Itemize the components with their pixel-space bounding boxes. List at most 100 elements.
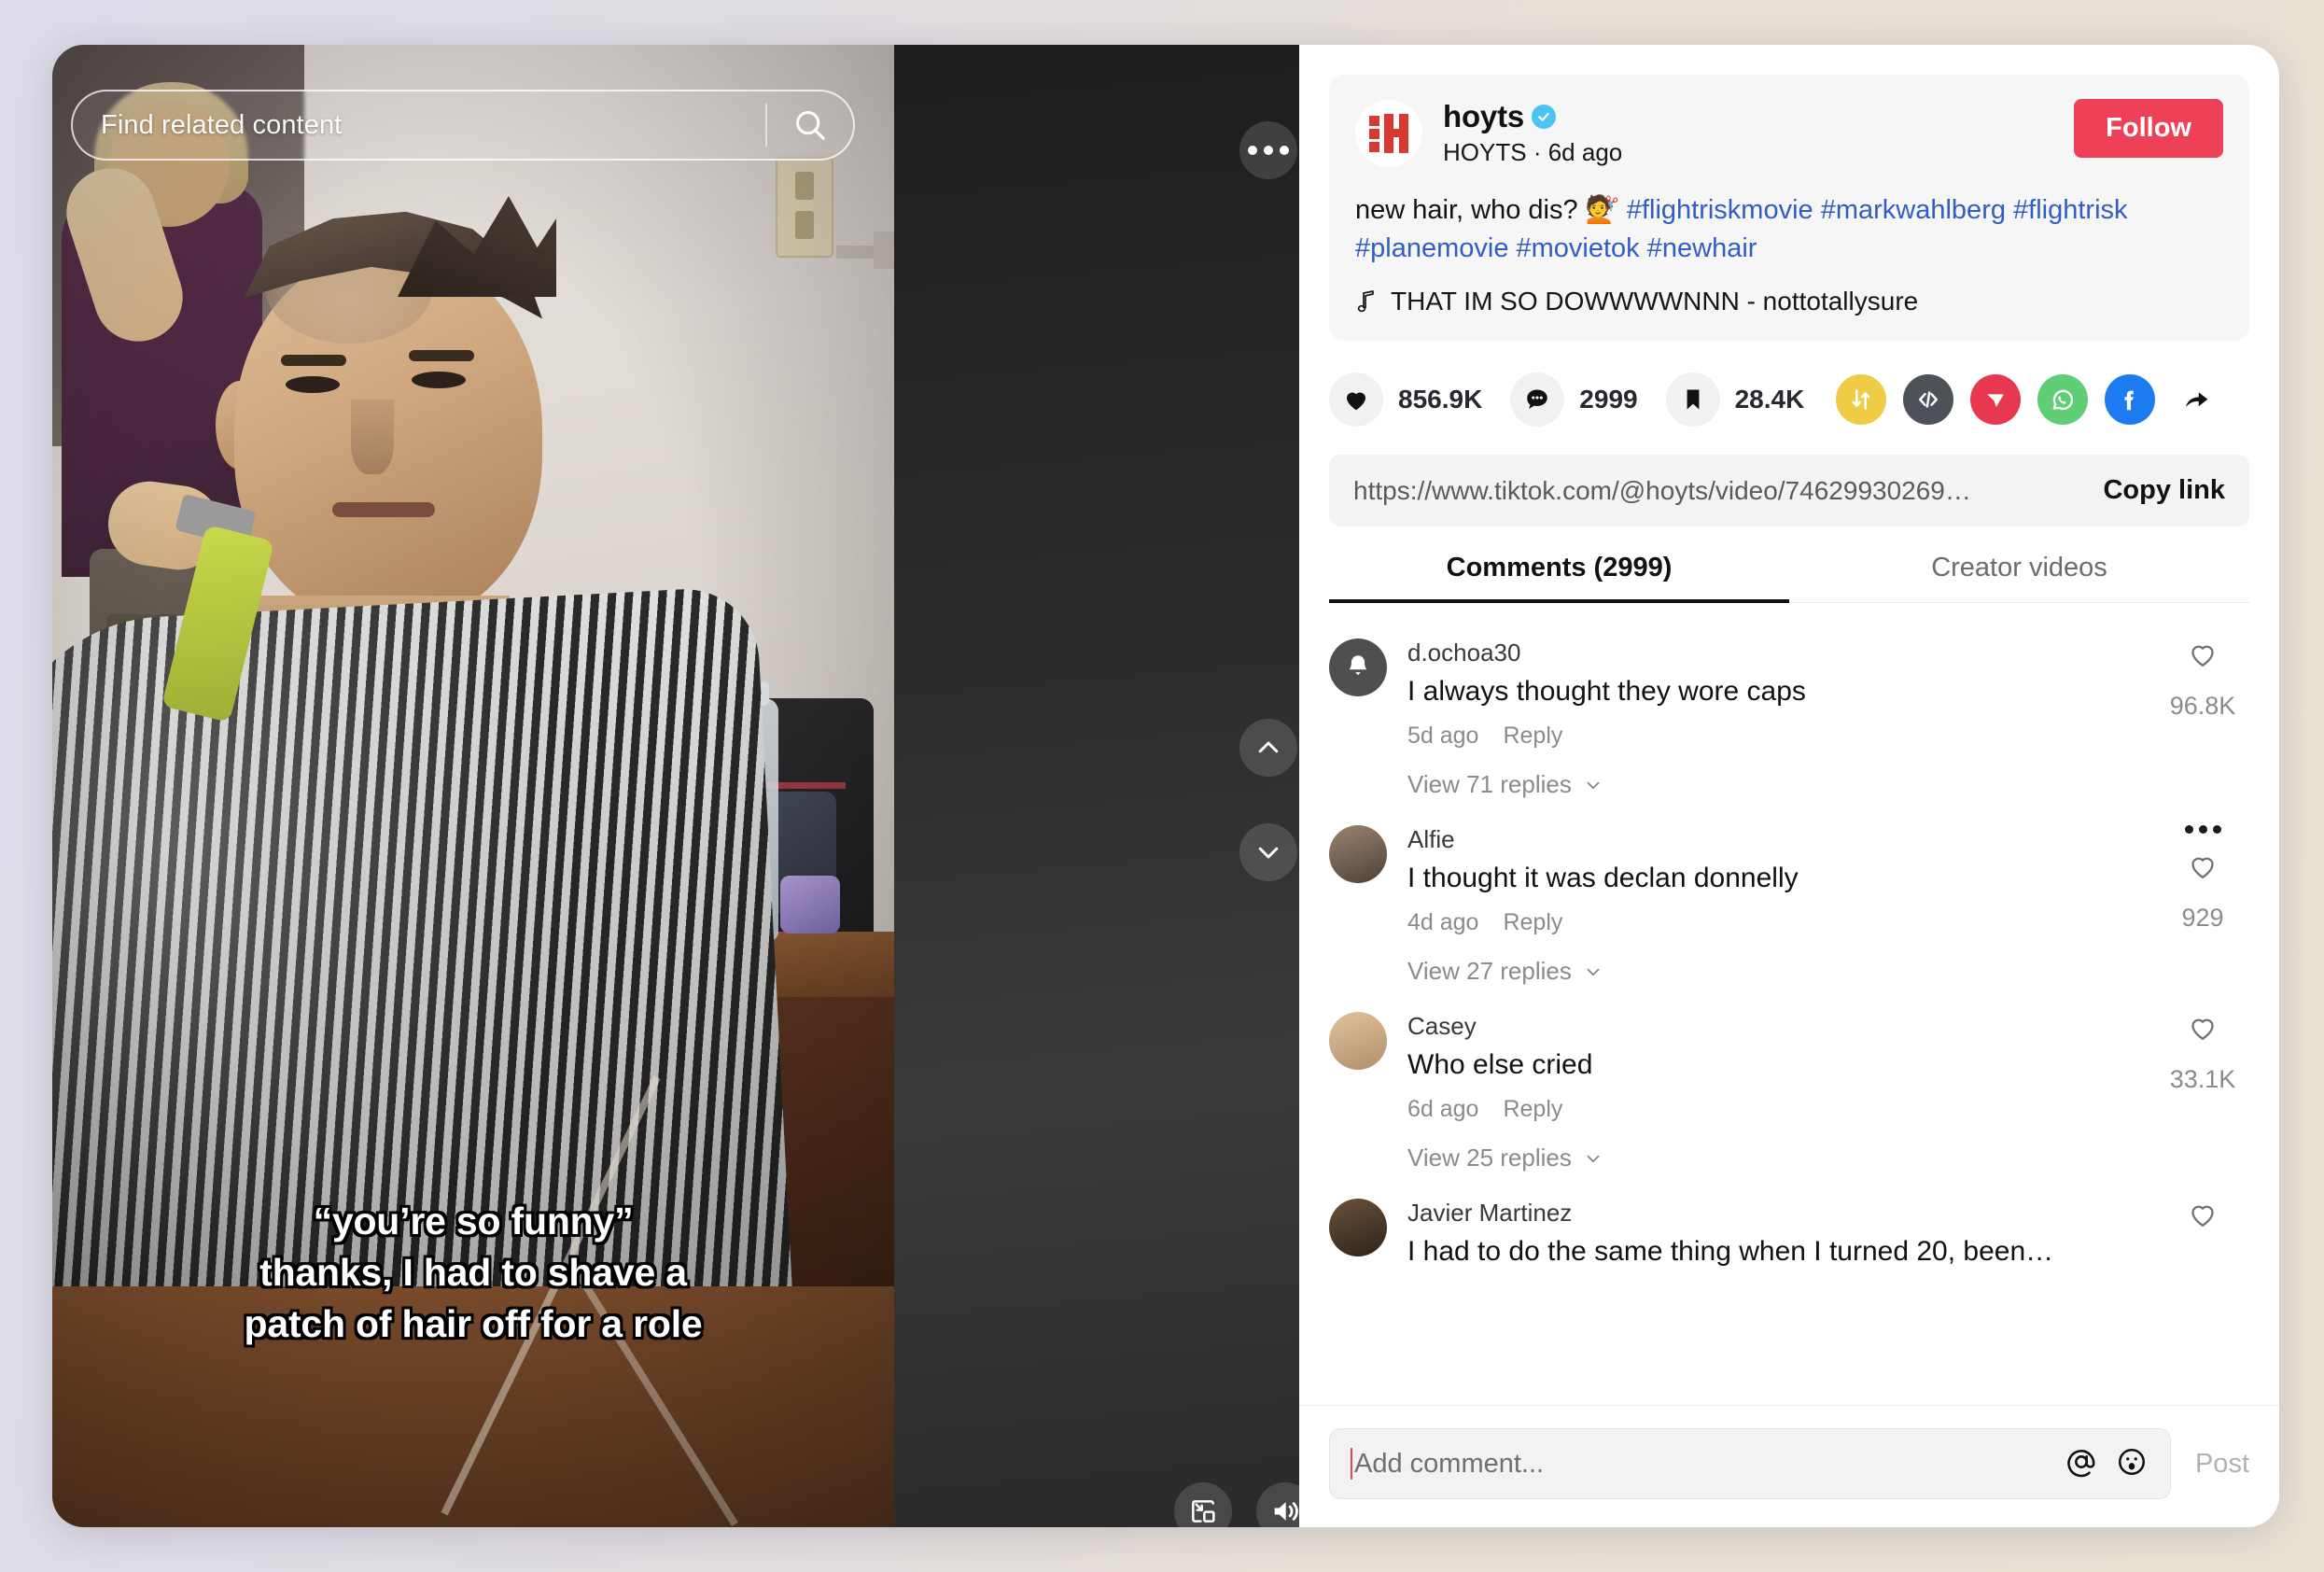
composer-icon-group <box>2065 1446 2148 1482</box>
comment-author[interactable]: Javier Martinez <box>1407 1199 2147 1228</box>
post-action-bar: 856.9K 2999 28.4K <box>1329 372 2249 428</box>
comment-time: 4d ago <box>1407 909 1479 936</box>
comment-like-icon[interactable] <box>2187 850 2219 887</box>
whatsapp-icon[interactable] <box>2037 374 2089 426</box>
music-note-icon <box>1357 290 1374 313</box>
share-arrow-icon[interactable] <box>2172 374 2222 425</box>
video-stage[interactable]: Find related content “you’re so funny” t… <box>52 45 1299 1527</box>
follow-button[interactable]: Follow <box>2074 99 2223 158</box>
comment-meta: 5d ago Reply <box>1407 723 2147 750</box>
video-letterbox-gutter <box>894 45 1299 1527</box>
post-timestamp: 6d ago <box>1547 138 1623 166</box>
like-button[interactable]: 856.9K <box>1329 372 1483 428</box>
video-more-options-button[interactable] <box>1239 121 1297 179</box>
comment-like-icon[interactable] <box>2187 1199 2219 1235</box>
music-row[interactable]: THAT IM SO DOWWWWNNN - nottotallysure <box>1355 287 2223 316</box>
view-replies-button[interactable]: View 71 replies <box>1407 770 2249 799</box>
caption-line: thanks, I had to shave a <box>259 1251 687 1295</box>
comment-like-count: 929 <box>2181 904 2224 933</box>
comment-item: d.ochoa30 I always thought they wore cap… <box>1329 612 2249 750</box>
post-info-card: hoyts HOYTS · 6d ago Follow new hair, wh… <box>1329 75 2249 342</box>
comment-time: 6d ago <box>1407 1096 1479 1123</box>
post-comment-button[interactable]: Post <box>2195 1449 2249 1480</box>
comment-body: Javier Martinez I had to do the same thi… <box>1407 1199 2249 1270</box>
hashtag-planemovie[interactable]: #planemovie <box>1355 233 1508 263</box>
comments-list: d.ochoa30 I always thought they wore cap… <box>1299 612 2279 1270</box>
comment-input-box[interactable] <box>1329 1428 2171 1499</box>
comment-author[interactable]: Alfie <box>1407 825 2147 854</box>
comment-like-group: 96.8K <box>2156 639 2249 721</box>
search-input[interactable]: Find related content <box>73 110 765 141</box>
tab-comments[interactable]: Comments (2999) <box>1329 553 1789 604</box>
comment-author[interactable]: Casey <box>1407 1012 2147 1041</box>
comment-item: Alfie I thought it was declan donnelly 4… <box>1329 799 2249 936</box>
comment-like-count: 96.8K <box>2169 692 2236 721</box>
comment-composer: Post <box>1299 1405 2279 1527</box>
reply-button[interactable]: Reply <box>1503 909 1562 936</box>
volume-on-icon <box>1274 1502 1298 1521</box>
more-horizontal-icon <box>1248 146 1289 155</box>
hashtag-flightriskmovie[interactable]: #flightriskmovie <box>1627 195 1813 225</box>
verified-badge-icon <box>1532 105 1557 129</box>
comment-text: I had to do the same thing when I turned… <box>1407 1236 2054 1268</box>
next-video-button[interactable] <box>1239 823 1297 881</box>
hashtag-newhair[interactable]: #newhair <box>1647 233 1757 263</box>
hashtag-flightrisk[interactable]: #flightrisk <box>2013 195 2128 225</box>
bookmark-filled-icon <box>1665 372 1720 428</box>
previous-video-button[interactable] <box>1239 719 1297 777</box>
hoyts-logo-icon <box>1369 113 1408 153</box>
music-label: THAT IM SO DOWWWWNNN - nottotallysure <box>1391 287 1919 316</box>
copy-link-button[interactable]: Copy link <box>2103 475 2225 506</box>
comment-item: Javier Martinez I had to do the same thi… <box>1329 1172 2249 1270</box>
comment-time: 5d ago <box>1407 723 1479 750</box>
comment-item: Casey Who else cried 6d ago Reply 33.1K <box>1329 986 2249 1123</box>
panel-scroll-area[interactable]: hoyts HOYTS · 6d ago Follow new hair, wh… <box>1299 45 2279 1405</box>
bookmark-count: 28.4K <box>1734 385 1805 414</box>
comment-more-options-button[interactable] <box>2184 825 2221 835</box>
tiktok-video-modal: Find related content “you’re so funny” t… <box>52 45 2279 1527</box>
share-link-bar: https://www.tiktok.com/@hoyts/video/7462… <box>1329 455 2249 527</box>
hashtag-movietok[interactable]: #movietok <box>1517 233 1640 263</box>
telegram-icon[interactable] <box>1970 374 2022 426</box>
comment-text: I thought it was declan donnelly <box>1407 863 1799 894</box>
bell-icon <box>1349 655 1367 676</box>
reply-button[interactable]: Reply <box>1503 723 1562 750</box>
avatar[interactable] <box>1329 1199 1387 1257</box>
comment-like-count: 33.1K <box>2169 1065 2236 1094</box>
video-info-panel: hoyts HOYTS · 6d ago Follow new hair, wh… <box>1299 45 2279 1527</box>
avatar[interactable] <box>1329 1012 1387 1071</box>
search-icon[interactable] <box>767 90 853 161</box>
bookmark-button[interactable]: 28.4K <box>1665 372 1805 428</box>
reply-button[interactable]: Reply <box>1503 1096 1562 1123</box>
hashtag-markwahlberg[interactable]: #markwahlberg <box>1821 195 2006 225</box>
comment-count: 2999 <box>1579 385 1638 414</box>
chevron-down-icon <box>1587 1155 1600 1162</box>
avatar[interactable] <box>1355 99 1422 167</box>
comment-meta: 6d ago Reply <box>1407 1096 2147 1123</box>
comment-like-icon[interactable] <box>2187 639 2219 675</box>
facebook-icon[interactable] <box>2105 374 2156 426</box>
heart-filled-icon <box>1329 372 1383 428</box>
emoji-face-icon[interactable] <box>2116 1446 2148 1482</box>
comment-like-icon[interactable] <box>2187 1012 2219 1048</box>
comment-input[interactable] <box>1354 1448 2051 1480</box>
video-url-field[interactable]: https://www.tiktok.com/@hoyts/video/7462… <box>1353 476 2082 506</box>
repost-icon[interactable] <box>1836 374 1887 426</box>
comment-button[interactable]: 2999 <box>1510 372 1638 428</box>
embed-code-icon[interactable] <box>1903 374 1954 426</box>
at-mention-icon[interactable] <box>2065 1446 2097 1482</box>
view-replies-button[interactable]: View 27 replies <box>1407 957 2249 986</box>
chevron-down-icon <box>1587 968 1600 975</box>
find-related-content-search[interactable]: Find related content <box>71 90 855 161</box>
view-replies-button[interactable]: View 25 replies <box>1407 1144 2249 1172</box>
author-display-name: HOYTS <box>1443 138 1527 166</box>
avatar[interactable] <box>1329 825 1387 884</box>
comment-author[interactable]: d.ochoa30 <box>1407 639 2147 667</box>
author-handle[interactable]: hoyts <box>1443 99 1524 134</box>
chevron-down-icon <box>1258 847 1279 859</box>
tab-creator-videos[interactable]: Creator videos <box>1789 553 2249 602</box>
avatar[interactable] <box>1329 639 1387 697</box>
like-count: 856.9K <box>1398 385 1483 414</box>
picture-in-picture-icon <box>1192 1500 1215 1523</box>
view-replies-label: View 71 replies <box>1407 770 1572 799</box>
